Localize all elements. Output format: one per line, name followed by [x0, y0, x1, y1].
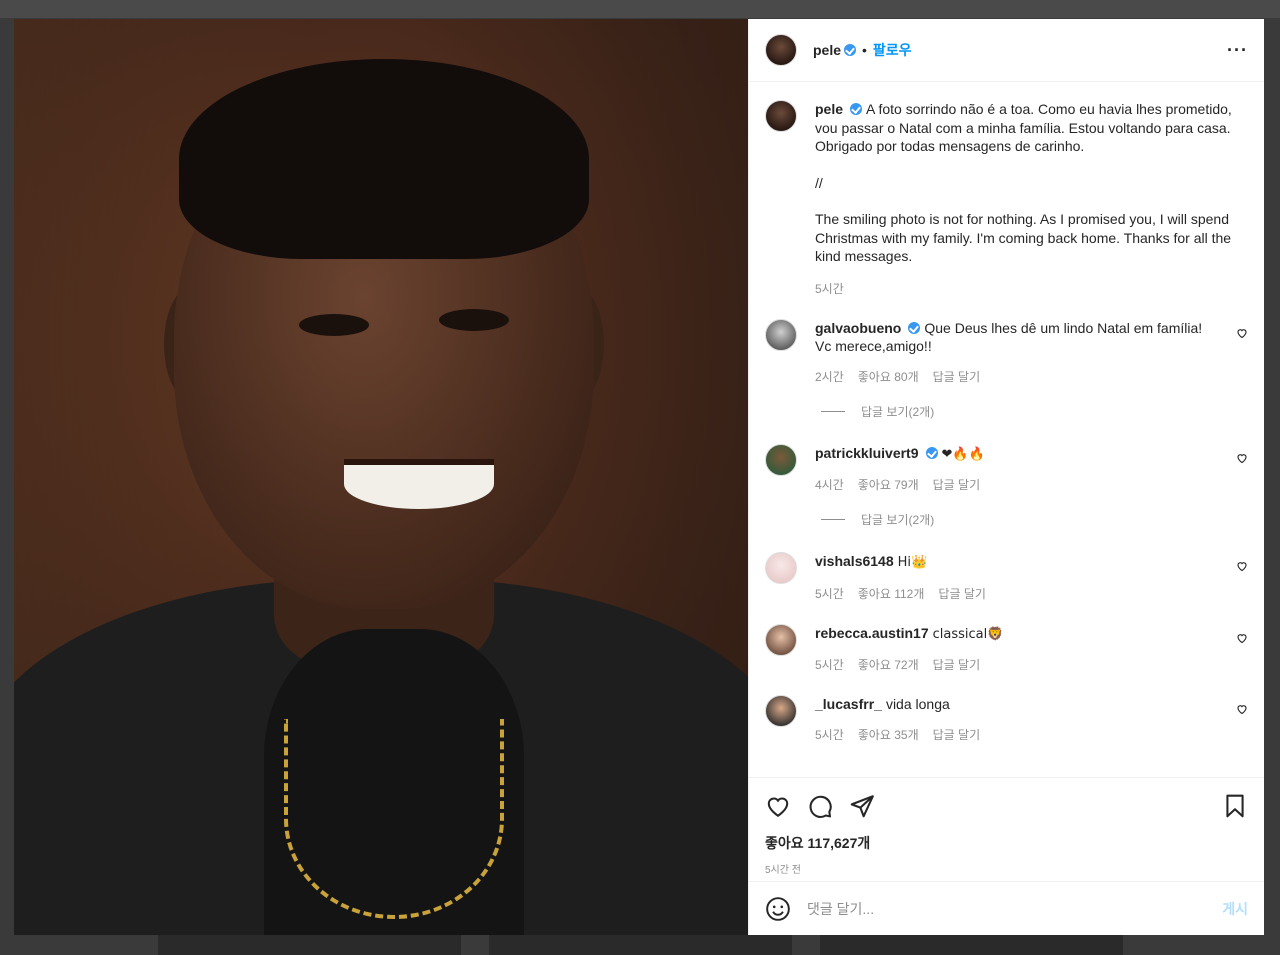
comment-likes[interactable]: 좋아요 35개	[858, 726, 919, 743]
reply-button[interactable]: 답글 달기	[938, 585, 986, 602]
comment-bubble-icon[interactable]	[807, 793, 833, 819]
comment-text: classical🦁	[932, 626, 1004, 642]
post-photo[interactable]	[14, 19, 748, 935]
photo-eye-left	[299, 314, 369, 336]
replies-line	[821, 410, 845, 412]
comments-list[interactable]: pele A foto sorrindo não é a toa. Como eu…	[749, 82, 1264, 778]
comment-likes[interactable]: 좋아요 72개	[858, 656, 919, 673]
comment-time[interactable]: 5시간	[815, 585, 844, 602]
post-modal: pele • 팔로우 ··· pele A foto sorrindo não é…	[14, 19, 1264, 935]
verified-badge-icon	[925, 446, 938, 459]
comment-username[interactable]: galvaobueno	[815, 320, 901, 336]
verified-badge-icon	[908, 321, 921, 334]
comment-username[interactable]: _lucasfrr_	[815, 696, 882, 712]
background-top-bar	[0, 0, 1280, 18]
verified-badge-icon	[850, 103, 863, 115]
caption-text-pt: A foto sorrindo não é a toa. Como eu hav…	[815, 101, 1232, 154]
replies-line	[821, 519, 845, 520]
likes-count[interactable]: 좋아요 117,627개	[749, 833, 1264, 853]
background-feed-tiles	[158, 935, 1123, 955]
author-avatar[interactable]	[765, 34, 797, 66]
emoji-smiley-icon[interactable]	[765, 896, 791, 922]
comment-text: vida longa	[885, 696, 950, 712]
comment-username[interactable]: patrickkluivert9	[815, 445, 919, 461]
reply-button[interactable]: 답글 달기	[933, 476, 981, 493]
caption-time[interactable]: 5시간	[815, 280, 844, 297]
comment-text: ❤🔥🔥	[941, 446, 985, 462]
post-comment-button[interactable]: 게시	[1222, 899, 1248, 919]
caption-username[interactable]: pele	[815, 101, 843, 117]
reply-button[interactable]: 답글 달기	[933, 368, 981, 385]
caption-separator: //	[815, 174, 823, 191]
commenter-avatar[interactable]	[765, 695, 797, 727]
comment-time[interactable]: 5시간	[815, 726, 844, 743]
author-username[interactable]: pele	[813, 42, 841, 58]
reply-button[interactable]: 답글 달기	[933, 656, 981, 673]
comment-item: vishals6148 Hi👑 5시간 좋아요 112개 답글 달기	[765, 552, 1248, 602]
comment-like-heart-icon[interactable]	[1236, 632, 1248, 644]
photo-eye-right	[439, 309, 509, 331]
comment-username[interactable]: vishals6148	[815, 553, 894, 569]
verified-badge-icon	[844, 44, 857, 56]
post-timestamp[interactable]: 5시간 전	[749, 853, 1264, 881]
post-sidebar: pele • 팔로우 ··· pele A foto sorrindo não é…	[748, 19, 1264, 935]
comment-text: Hi👑	[897, 555, 928, 570]
view-replies-button[interactable]: 답글 보기(2개)	[821, 511, 1248, 528]
commenter-avatar[interactable]	[765, 623, 797, 656]
comment-time[interactable]: 4시간	[815, 476, 844, 493]
comment-composer: 게시	[749, 881, 1264, 935]
post-caption: pele A foto sorrindo não é a toa. Como eu…	[765, 100, 1248, 297]
comment-like-heart-icon[interactable]	[1236, 703, 1248, 715]
comment-time[interactable]: 2시간	[815, 368, 844, 385]
comment-likes[interactable]: 좋아요 80개	[858, 368, 919, 385]
more-horizontal-icon[interactable]: ···	[1227, 40, 1248, 61]
photo-gold-chain	[284, 719, 504, 919]
comment-like-heart-icon[interactable]	[1236, 452, 1248, 464]
commenter-avatar[interactable]	[765, 318, 797, 351]
comment-item: rebecca.austin17 classical🦁 5시간 좋아요 72개 답…	[765, 623, 1248, 674]
comment-time[interactable]: 5시간	[815, 656, 844, 673]
comment-input[interactable]	[807, 900, 1223, 917]
save-bookmark-icon[interactable]	[1222, 793, 1248, 819]
share-send-icon[interactable]	[849, 793, 875, 819]
view-replies-label: 답글 보기(2개)	[861, 404, 935, 419]
reply-button[interactable]: 답글 달기	[933, 726, 981, 743]
comment-item: _lucasfrr_ vida longa 5시간 좋아요 35개 답글 달기	[765, 695, 1248, 743]
follow-button[interactable]: 팔로우	[873, 40, 912, 60]
author-avatar[interactable]	[765, 100, 797, 132]
view-replies-button[interactable]: 답글 보기(2개)	[821, 403, 1248, 420]
caption-text-en: The smiling photo is not for nothing. As…	[815, 211, 1232, 264]
comment-likes[interactable]: 좋아요 79개	[858, 476, 919, 493]
dot-separator: •	[862, 42, 867, 58]
post-header: pele • 팔로우 ···	[749, 19, 1264, 82]
view-replies-label: 답글 보기(2개)	[861, 513, 935, 527]
post-actions	[749, 778, 1264, 833]
comment-username[interactable]: rebecca.austin17	[815, 625, 929, 641]
like-heart-icon[interactable]	[765, 793, 791, 819]
comment-item: patrickkluivert9 ❤🔥🔥 4시간 좋아요 79개 답글 달기	[765, 443, 1248, 494]
photo-smile	[344, 459, 494, 509]
photo-hair	[179, 59, 589, 259]
comment-item: galvaobueno Que Deus lhes dê um lindo Nat…	[765, 318, 1248, 385]
comment-like-heart-icon[interactable]	[1236, 327, 1248, 339]
comment-likes[interactable]: 좋아요 112개	[858, 585, 925, 602]
commenter-avatar[interactable]	[765, 552, 797, 584]
commenter-avatar[interactable]	[765, 443, 797, 476]
comment-like-heart-icon[interactable]	[1236, 560, 1248, 572]
